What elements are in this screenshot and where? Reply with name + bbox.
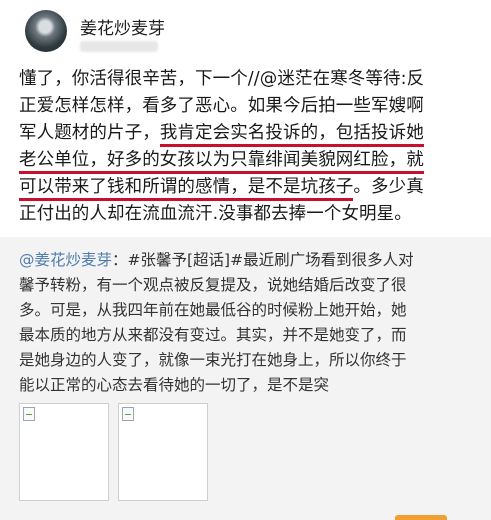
post-text: 懂了，你活得很辛苦，下一个//@迷茫在寒冬等待:反 正爱怎样怎样，看多了恶心。如…	[19, 66, 479, 228]
post-text-segment: 。多少真	[353, 177, 424, 197]
image-thumbnail[interactable]	[19, 403, 109, 501]
quote-line: 多。可是，从我四年前在她最低谷的时候粉上她开始，她	[19, 301, 407, 319]
quote-text-segment: ：#张馨予[超话]#最近刷广场看到很多人对	[112, 251, 414, 269]
avatar[interactable]	[25, 10, 67, 52]
quote-line: 馨予转粉，有一个观点被反复提及，说她结婚后改变了很	[19, 276, 407, 294]
image-thumbnail[interactable]	[118, 403, 208, 501]
broken-image-icon	[122, 407, 134, 421]
mention-link[interactable]: @姜花炒麦芽	[19, 251, 112, 269]
post-line: 正爱怎样怎样，看多了恶心。如果今后拍一些军嫂啊	[19, 96, 424, 116]
post-line: 懂了，你活得很辛苦，下一个//@迷茫在寒冬等待:反	[19, 69, 425, 89]
quote-line: 最本质的地方从来都没有变过。其实，并不是她变了，而	[19, 326, 407, 344]
post-line: 可以带来了钱和所谓的感情，是不是坑孩子。多少真	[19, 174, 479, 201]
post-meta-blurred	[80, 41, 158, 52]
post-line: 老公单位，好多的女孩以为只靠绯闻美貌网红脸，就	[19, 147, 479, 174]
quote-line: 是她身边的人变了，就像一束光打在她身上，所以你终于	[19, 351, 407, 369]
underlined-text: 我肯定会实名投诉的，包括投诉她	[159, 123, 424, 147]
broken-image-icon	[23, 407, 35, 421]
underlined-text: 可以带来了钱和所谓的感情，是不是坑孩子	[19, 177, 354, 201]
post-line: 正付出的人却在流血流汗.没事都去捧一个女明星。	[19, 204, 412, 224]
post-line: 军人题材的片子，我肯定会实名投诉的，包括投诉她	[19, 120, 479, 147]
underlined-text: 老公单位，好多的女孩以为只靠绯闻美貌网红脸，就	[19, 150, 424, 174]
quoted-post-text: @姜花炒麦芽：#张馨予[超话]#最近刷广场看到很多人对 馨予转粉，有一个观点被反…	[19, 248, 481, 398]
username[interactable]: 姜花炒麦芽	[80, 14, 165, 39]
quote-line: 能以正常的心态去看待她的一切了，是不是突	[19, 376, 330, 394]
post-text-segment: 军人题材的片子，	[19, 123, 160, 143]
quote-line: @姜花炒麦芽：#张馨予[超话]#最近刷广场看到很多人对	[19, 248, 481, 273]
orange-button-edge[interactable]	[395, 515, 447, 520]
